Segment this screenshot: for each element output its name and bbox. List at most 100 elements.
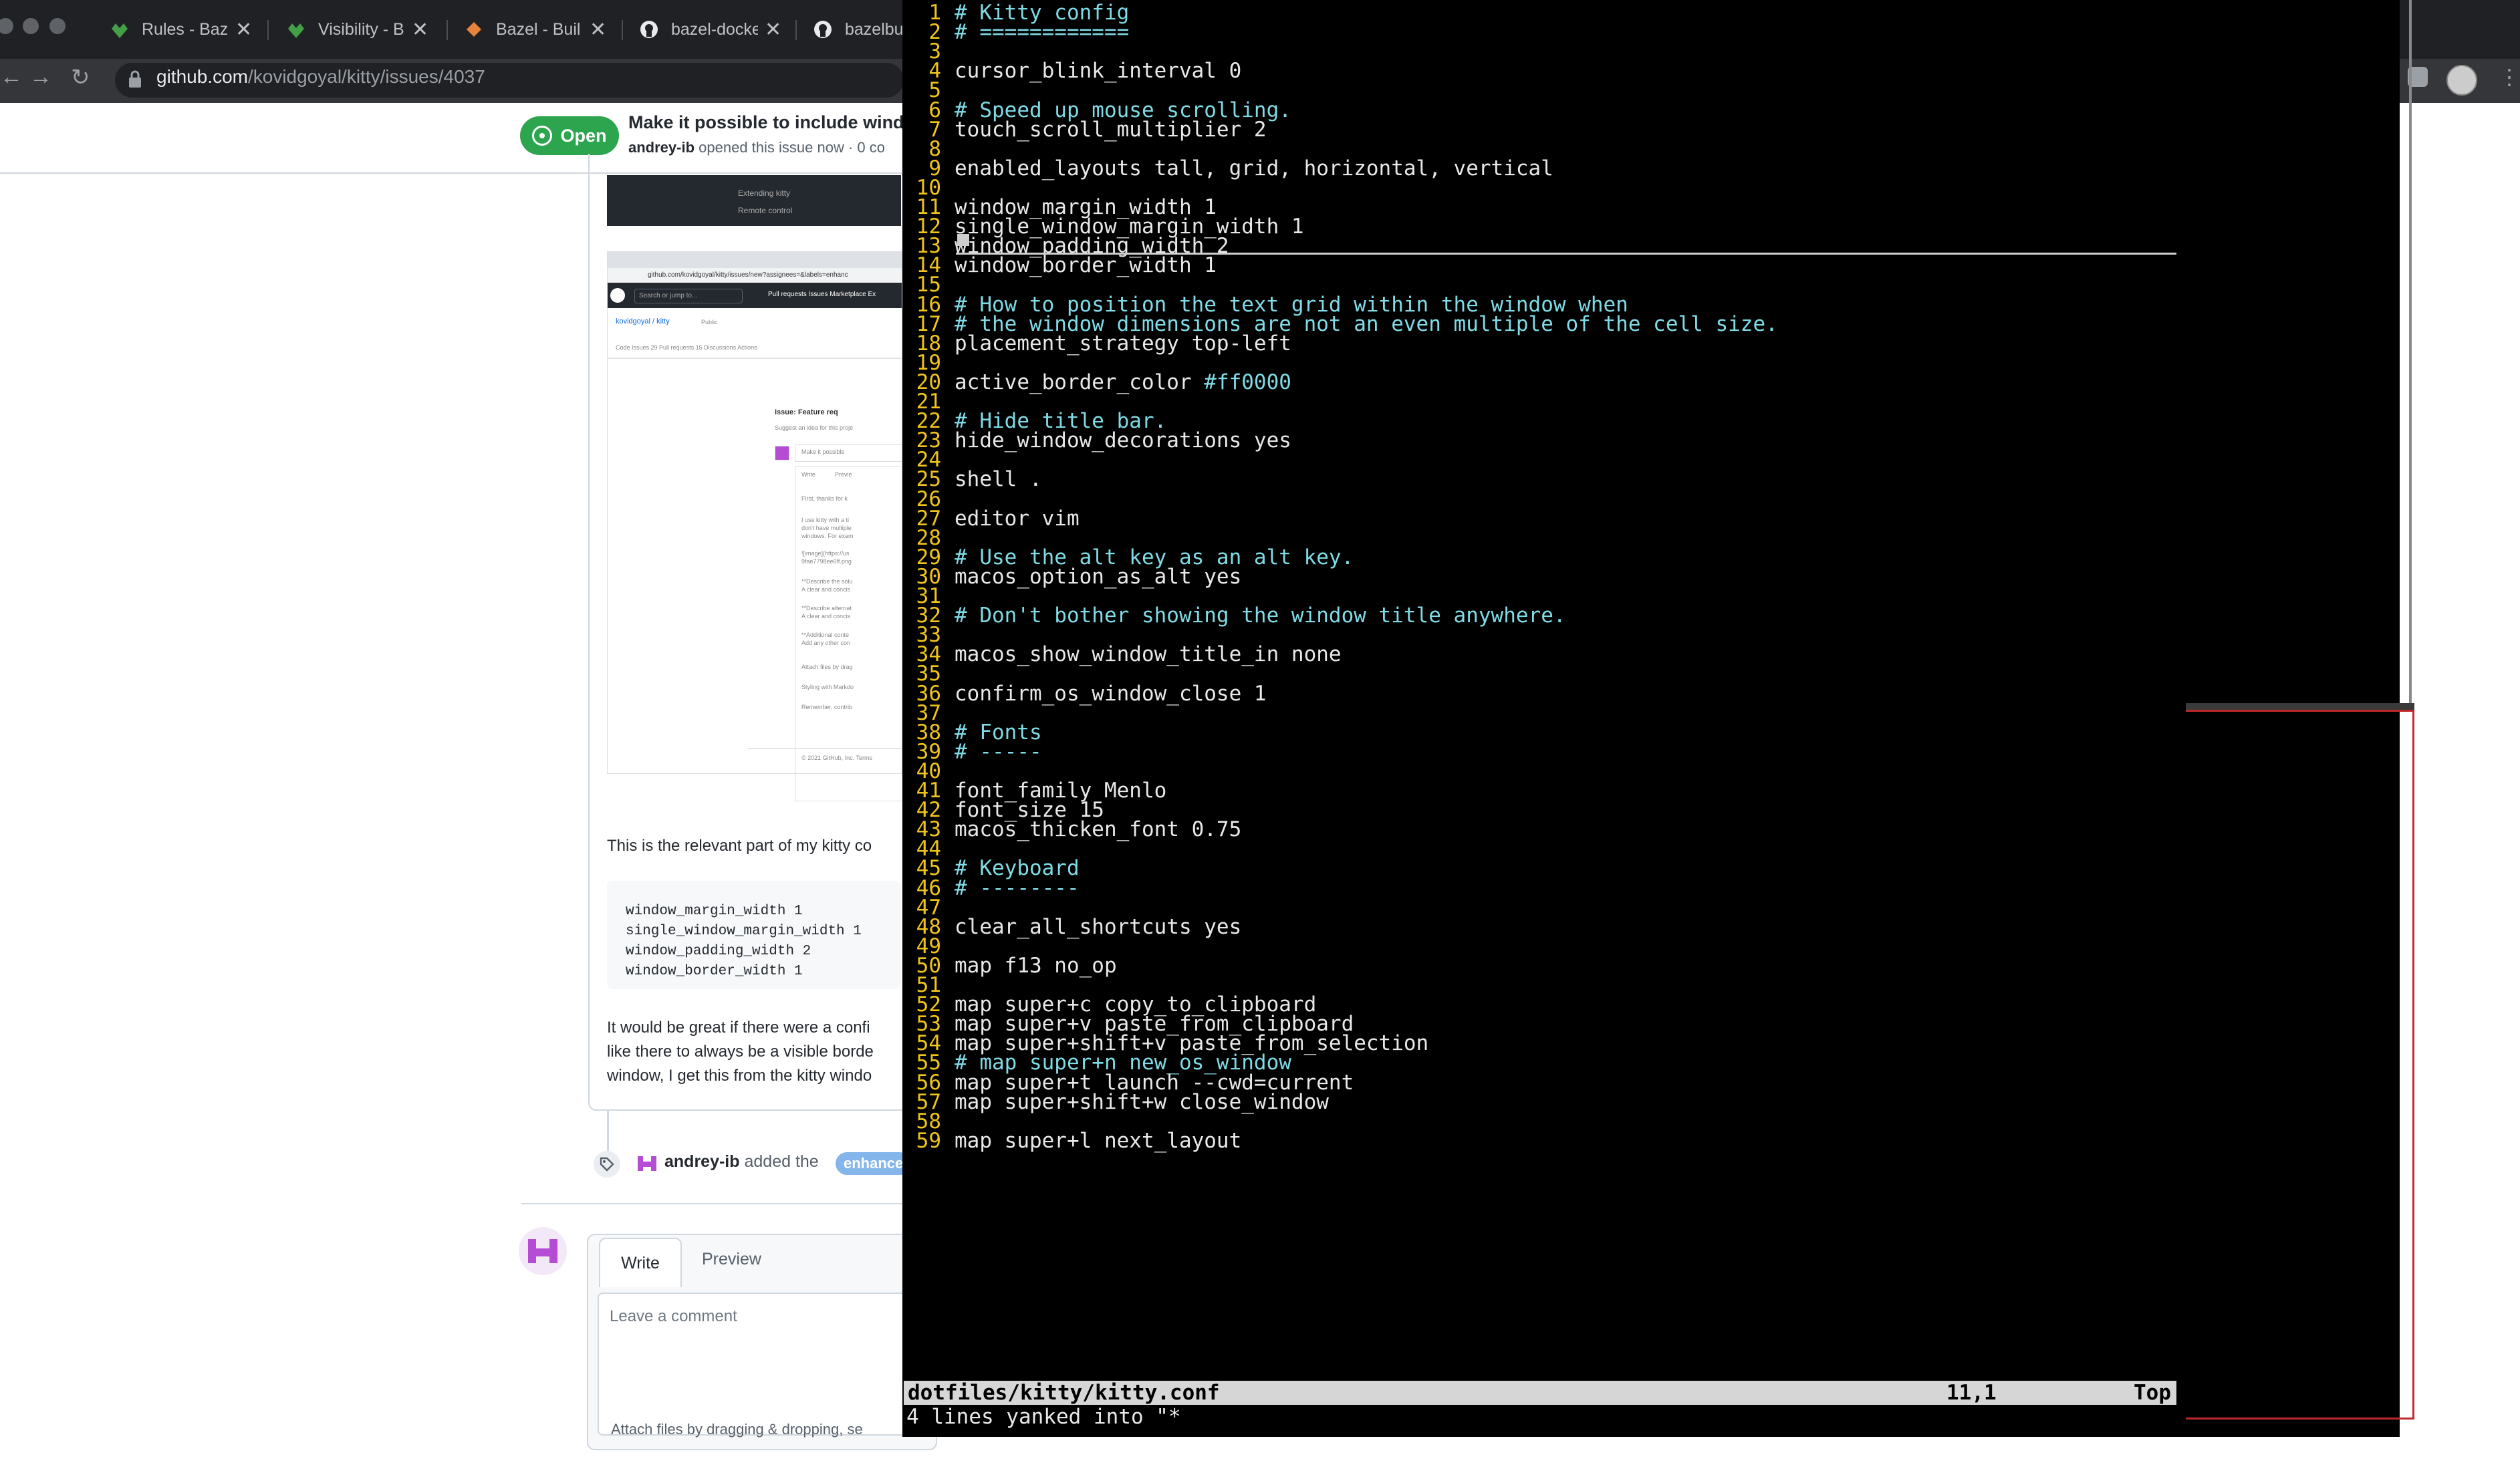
vim-buffer-line[interactable]: 32 # Don't bother showing the window titl… [904,604,1566,628]
avatar[interactable] [519,1227,567,1275]
bazel-leaf-icon [110,19,130,39]
config-line: hide_window_decorations yes [955,428,1291,453]
browser-tab[interactable]: Visibility - B ✕ [267,9,428,49]
profile-avatar[interactable] [2446,65,2477,96]
embedded-footer: © 2021 GitHub, Inc. Terms [801,755,873,761]
code-line: window_margin_width 1 [626,904,803,919]
embedded-repo-tabs: Code Issues 29 Pull requests 15 Discussi… [616,344,757,351]
embedded-body-line: don't have multiple [801,525,852,531]
github-icon [639,19,659,39]
divider [608,358,902,359]
close-icon[interactable]: ✕ [765,18,781,41]
embedded-body-line: **Describe alternat [801,605,852,612]
tab-write[interactable]: Write [599,1238,682,1287]
embedded-menu-item: Remote control [738,206,793,215]
close-icon[interactable]: ✕ [235,18,252,41]
vim-buffer-line[interactable]: 59 map super+l next_layout [904,1128,1242,1153]
code-line: window_padding_width 2 [626,944,811,959]
vim-buffer-line[interactable]: 57 map super+shift+w close_window [904,1089,1329,1114]
tag-icon [594,1151,620,1178]
window-zoom-dot[interactable] [49,18,66,34]
vim-buffer-line[interactable]: 36 confirm_os_window_close 1 [904,682,1267,706]
embedded-repo-badge: Public [701,319,718,325]
browser-tab[interactable]: bazel-docke ✕ [620,9,781,49]
issue-title: Make it possible to include windo [628,112,916,132]
vim-buffer-line[interactable]: 20 active_border_color #ff0000 [904,370,1291,394]
browser-tab[interactable]: Rules - Baze ✕ [91,9,252,49]
embedded-body-line: 9fae7798ee6ff.png [801,558,852,565]
config-line: map super+shift+w close_window [955,1089,1329,1114]
issue-state-label: Open [560,125,607,146]
url-path: /kovidgoyal/kitty/issues/4037 [247,66,485,87]
window-minimize-dot[interactable] [23,18,39,34]
embedded-screenshot-dark: Extending kitty Remote control [607,175,901,226]
vim-cursorline [956,253,2176,255]
config-line: cursor_blink_interval 0 [955,59,1242,84]
config-comment: # -------- [955,876,1080,900]
divider [521,1203,922,1204]
back-icon[interactable]: ← [0,64,23,90]
comment-text: It would be great if there were a confi [607,1019,870,1037]
code-line: single_window_margin_width 1 [626,924,862,939]
config-line: window_border_width 1 [955,253,1217,278]
reload-icon[interactable]: ↻ [71,64,90,91]
line-number: 59 [916,1128,941,1153]
embedded-menu-item: Extending kitty [738,188,791,198]
divider [748,748,902,749]
embedded-tab-bar [608,252,902,268]
tab-preview[interactable]: Preview [702,1250,761,1269]
embedded-title-value: Make it possible [801,448,845,455]
issue-label[interactable]: enhance [836,1152,912,1175]
code-block: window_margin_width 1 single_window_marg… [607,881,901,989]
lock-icon [129,70,141,88]
tab-title: Rules - Baze [142,19,229,39]
url-host: github.com [156,66,248,87]
github-icon [813,19,833,39]
config-line: map f13 no_op [955,953,1117,978]
embedded-body-line: First, thanks for k [801,495,848,502]
comment-text: This is the relevant part of my kitty co [607,837,872,855]
config-line: confirm_os_window_close 1 [955,681,1267,706]
bazel-leaf-icon [286,19,306,39]
vim-cursor [957,234,969,246]
avatar[interactable] [636,1152,658,1175]
embedded-address-bar: github.com/kovidgoyal/kitty/issues/new?a… [608,268,902,283]
embedded-search-text: Search or jump to... [639,292,698,299]
url-text[interactable]: github.com/kovidgoyal/kitty/issues/4037 [156,66,485,88]
status-scroll-position: Top [2134,1381,2171,1405]
event-actor[interactable]: andrey-ib [664,1152,740,1171]
vim-buffer-line[interactable]: 18 placement_strategy top-left [904,331,1291,356]
tab-title: Bazel - Buil [496,19,581,39]
embedded-issue-heading: Issue: Feature req [775,408,838,416]
close-icon[interactable]: ✕ [590,18,606,41]
github-logo-icon [610,288,625,303]
attach-files-hint[interactable]: Attach files by dragging & dropping, se [611,1421,863,1438]
vim-buffer-line[interactable]: 34 macos_show_window_title_in none [904,643,1342,666]
config-line: macos_show_window_title_in none [955,642,1342,667]
status-filename: dotfiles/kitty/kitty.conf [908,1381,1220,1405]
browser-tab[interactable]: Bazel - Buil ✕ [445,9,606,49]
embedded-preview-tab: Previe [835,471,852,478]
embedded-gh-nav: Search or jump to... Pull requests Issue… [608,283,902,308]
embedded-body-line: Add any other con [801,640,851,646]
label-event-text: andrey-ib added the [664,1152,819,1172]
config-line: enabled_layouts tall, grid, horizontal, … [955,156,1553,180]
tab-title: Visibility - B [318,19,404,39]
embedded-remember: Remember, contrib [801,704,853,710]
code-line: window_border_width 1 [626,964,803,979]
comment-text: window, I get this from the kitty windo [607,1067,872,1085]
vim-buffer-line[interactable]: 9 enabled_layouts tall, grid, horizontal,… [904,156,1553,180]
close-icon[interactable]: ✕ [412,18,428,41]
embedded-body-line: **Describe the solu [801,578,853,585]
vim-buffer-line[interactable]: 23 hide_window_decorations yes [904,429,1291,452]
embedded-styling: Styling with Markdo [801,684,854,690]
comment-placeholder: Leave a comment [610,1307,737,1325]
vim-buffer-line[interactable]: 7 touch_scroll_multiplier 2 [904,118,1266,142]
issue-state-badge: Open [520,116,619,155]
split-divider [2186,703,2414,710]
embedded-repo-name: kovidgoyal / kitty [616,317,670,325]
forward-icon[interactable]: → [29,64,52,90]
bazel-icon [464,19,484,39]
more-menu-icon[interactable]: ⋮ [2499,64,2520,90]
embedded-url: github.com/kovidgoyal/kitty/issues/new?a… [648,271,848,279]
